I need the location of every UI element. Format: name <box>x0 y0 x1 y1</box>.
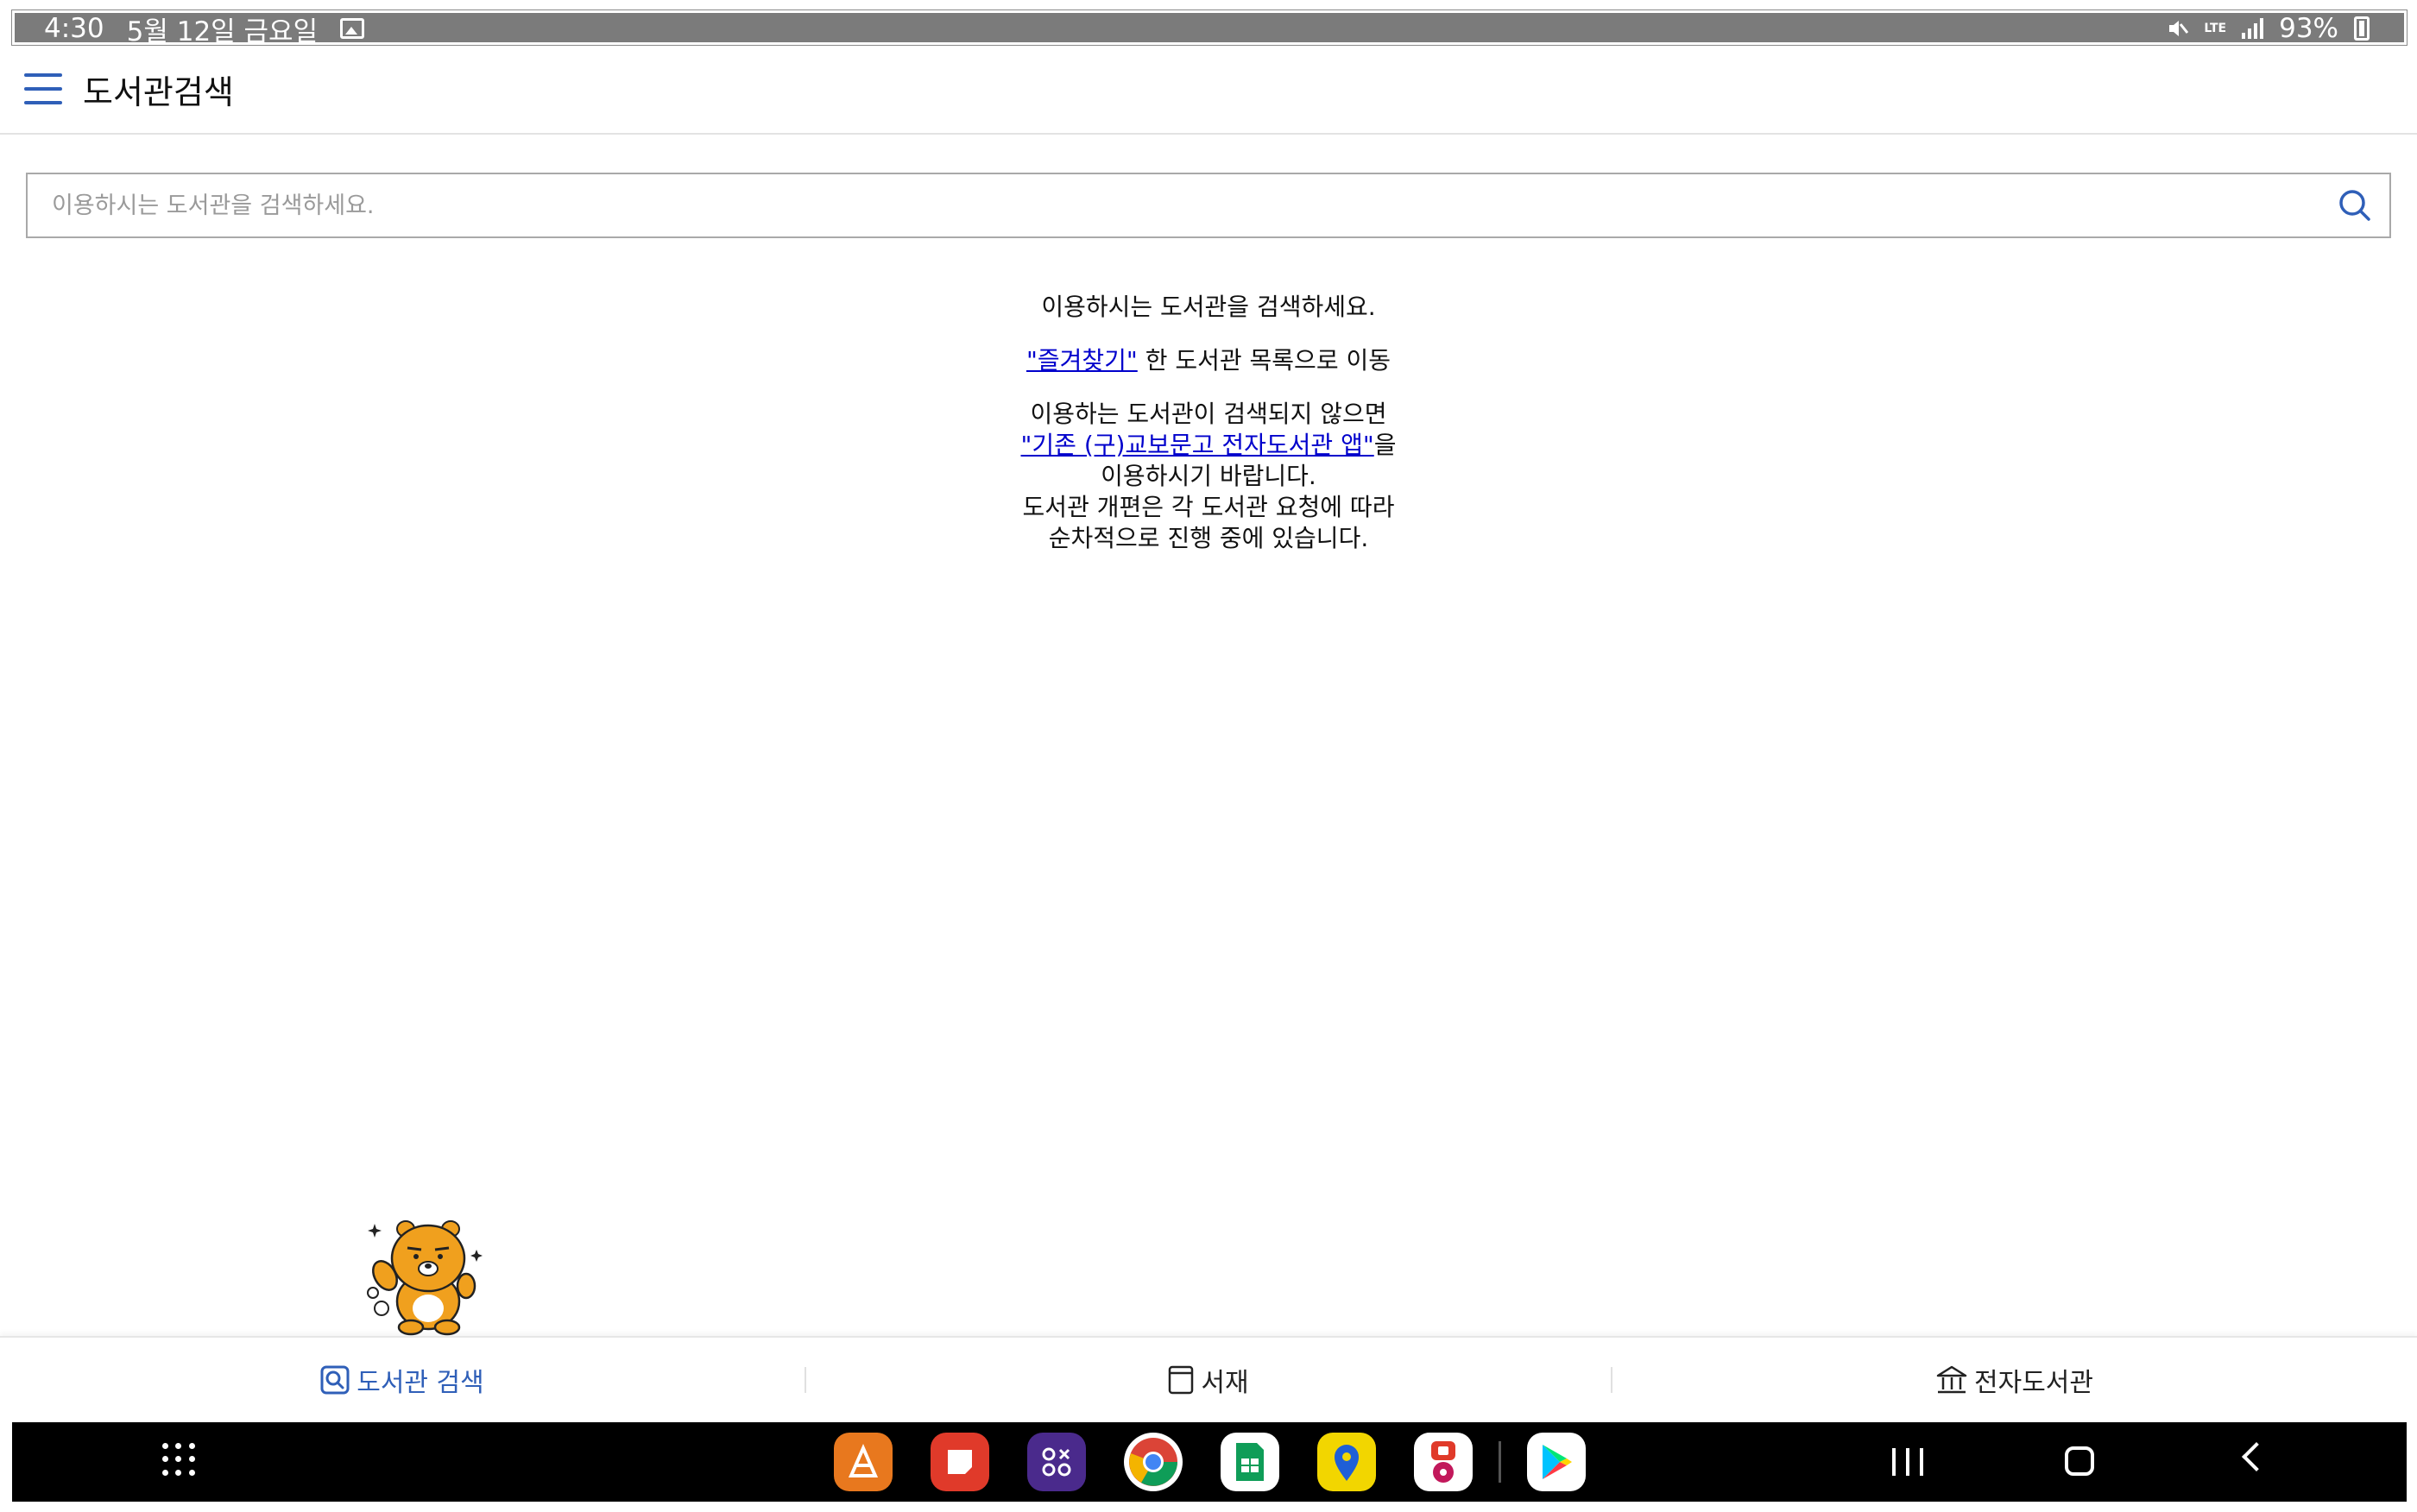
status-time: 4:30 <box>44 13 104 44</box>
guide-legacy-line: "기존 (구)교보문고 전자도서관 앱"을 <box>0 430 2417 461</box>
search-icon <box>2339 190 2370 221</box>
app-header: 도서관검색 <box>0 45 2417 135</box>
dock-app-map[interactable] <box>1317 1433 1376 1491</box>
mute-icon <box>2169 21 2189 36</box>
play-store-icon <box>1543 1445 1572 1479</box>
apps-grid-icon[interactable] <box>162 1443 197 1477</box>
nav-bar-background <box>12 1422 2407 1502</box>
search-box <box>26 173 2391 238</box>
dock-app-play-store[interactable] <box>1527 1433 1586 1491</box>
guide-reform-line: 순차적으로 진행 중에 있습니다. <box>1048 524 1369 552</box>
hamburger-icon-bar <box>24 73 62 77</box>
dock-divider <box>1499 1441 1501 1483</box>
guide-use-line: 이용하시기 바랍니다. <box>1101 462 1316 490</box>
dock-app-notes[interactable] <box>931 1433 989 1491</box>
dock-app-purple[interactable] <box>1027 1433 1086 1491</box>
search-input[interactable] <box>28 174 2320 236</box>
apps-icon <box>1042 1447 1071 1477</box>
tab-label: 도서관 검색 <box>357 1368 484 1398</box>
battery-percent: 93% <box>2279 13 2338 44</box>
flower-app-icon <box>1431 1441 1455 1483</box>
hamburger-icon-bar <box>24 87 62 91</box>
app-icon <box>848 1444 879 1477</box>
page-title: 도서관검색 <box>83 72 234 111</box>
tab-label: 전자도서관 <box>1974 1368 2093 1398</box>
guide-favorites-text: 한 도서관 목록으로 이동 <box>1137 346 1391 375</box>
dock-app-sheets[interactable] <box>1221 1433 1279 1491</box>
gallery-notification-icon <box>340 18 365 39</box>
sheets-icon <box>1236 1443 1264 1481</box>
signal-icon <box>2242 18 2264 39</box>
system-nav-bar <box>0 1422 2417 1512</box>
recent-apps-button[interactable] <box>1892 1448 1923 1476</box>
notes-icon <box>948 1450 972 1474</box>
character-illustration <box>367 1220 483 1336</box>
guide-notfound-line: 이용하는 도서관이 검색되지 않으면 <box>1030 400 1387 428</box>
map-pin-icon <box>1335 1445 1359 1481</box>
back-button[interactable] <box>2242 1442 2271 1471</box>
home-button[interactable] <box>2065 1446 2094 1476</box>
status-bar-background: 4:30 5월 12일 금요일 LTE 93% <box>11 9 2408 47</box>
guide-favorites-line: "즐겨찾기" 한 도서관 목록으로 이동 <box>0 345 2417 376</box>
favorites-link[interactable]: "즐겨찾기" <box>1026 346 1138 375</box>
status-bar-left: 4:30 5월 12일 금요일 <box>44 11 365 47</box>
status-date: 5월 12일 금요일 <box>126 16 319 47</box>
search-icon <box>320 1365 350 1395</box>
status-bar-right: LTE 93% <box>2166 11 2370 46</box>
dock-app-flower[interactable] <box>1414 1433 1473 1491</box>
bottom-tab-bar: 도서관 검색 서재 전자도서관 <box>0 1336 2417 1422</box>
hamburger-icon-bar <box>24 101 62 104</box>
tab-bookshelf[interactable]: 서재 <box>806 1338 1611 1422</box>
legacy-app-link[interactable]: "기존 (구)교보문고 전자도서관 앱" <box>1021 431 1374 459</box>
guide-reform-line: 도서관 개편은 각 도서관 요청에 따라 <box>1022 493 1395 521</box>
tab-label: 서재 <box>1201 1368 1249 1398</box>
tab-library-search[interactable]: 도서관 검색 <box>0 1338 805 1422</box>
status-bar: 4:30 5월 12일 금요일 LTE 93% <box>0 0 2417 47</box>
battery-icon <box>2354 16 2370 41</box>
search-guide: 이용하시는 도서관을 검색하세요. "즐겨찾기" 한 도서관 목록으로 이동 이… <box>0 292 2417 554</box>
guide-legacy-suffix: 을 <box>1373 431 1397 459</box>
dock-app-orange[interactable] <box>834 1433 893 1491</box>
book-icon <box>1169 1365 1194 1395</box>
guide-line: 이용하시는 도서관을 검색하세요. <box>1041 293 1376 321</box>
dock-app-chrome[interactable] <box>1124 1433 1183 1491</box>
lte-icon: LTE <box>2204 22 2227 35</box>
library-icon <box>1936 1365 1967 1394</box>
search-button[interactable] <box>2320 174 2389 236</box>
app-dock <box>834 1431 1586 1493</box>
chrome-icon <box>1129 1438 1177 1486</box>
menu-button[interactable] <box>24 73 62 104</box>
tab-e-library[interactable]: 전자도서관 <box>1612 1338 2417 1422</box>
